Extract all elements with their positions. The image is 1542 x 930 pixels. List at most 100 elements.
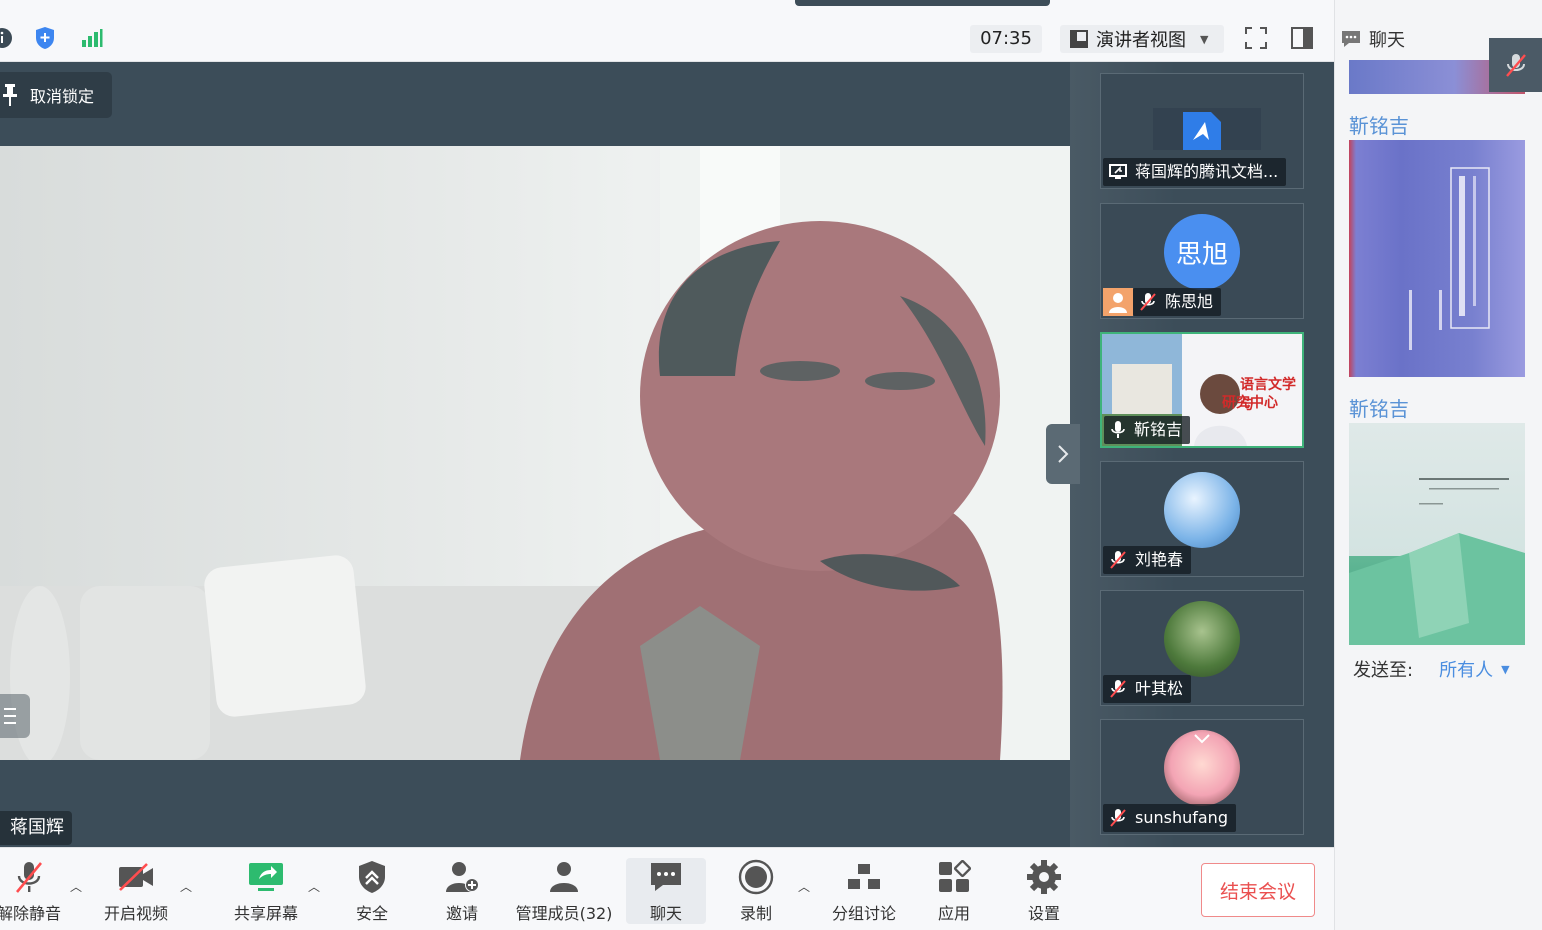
chevron-down-icon: ▼ [1200,32,1209,46]
security-label: 安全 [355,904,388,923]
participant-nameplate: 叶其松 [1103,675,1192,703]
encryption-shield-icon[interactable] [33,26,57,50]
share-screen-label: 共享屏幕 [233,904,298,923]
start-video-label: 开启视频 [103,904,168,923]
participant-tile-jin[interactable]: 语言文学与 研究中心 靳铭吉 [1100,332,1304,448]
participant-tile-liu[interactable]: 刘艳春 [1100,461,1304,577]
apps-grid-icon [937,858,971,896]
invite-label: 邀请 [445,904,478,923]
unmute-label: 解除静音 [0,904,61,923]
chat-bubble-icon [649,858,683,896]
participant-nameplate: 蒋国辉的腾讯文档... [1103,158,1287,186]
chevron-down-icon[interactable] [1193,730,1211,749]
start-video-button[interactable]: 开启视频 [100,858,172,924]
mic-on-icon [1110,420,1126,440]
chevron-up-icon[interactable]: ︿ [70,878,82,895]
avatar [1164,472,1240,548]
floating-mic-button[interactable] [1489,38,1542,92]
settings-label: 设置 [1027,904,1060,923]
add-user-icon [444,858,480,896]
apps-label: 应用 [937,904,970,923]
chat-label: 聊天 [649,904,682,923]
participant-name: 陈思旭 [1165,292,1214,311]
record-icon [738,858,774,896]
avatar: 思旭 [1164,214,1240,290]
user-icon [1103,288,1133,316]
chat-sender: 靳铭吉 [1349,114,1409,138]
participant-name: 叶其松 [1135,679,1184,698]
top-drag-handle[interactable] [795,0,1050,6]
unlock-pin-button[interactable]: 取消锁定 [0,72,112,118]
chat-panel: 聊天 靳铭吉 靳铭吉 发送至: 所有人 ▼ [1334,0,1542,930]
security-button[interactable]: 安全 [346,858,398,924]
participant-tile-share[interactable]: 蒋国辉的腾讯文档... [1100,73,1304,189]
manage-members-button[interactable]: 管理成员(32) [516,858,612,924]
breakout-label: 分组讨论 [831,904,896,923]
network-signal-icon[interactable] [80,26,104,50]
breakout-icon [846,858,882,896]
pin-icon [2,84,18,106]
top-bar: 07:35 演讲者视图 ▼ [0,0,1334,62]
participant-thumbnails: 蒋国辉的腾讯文档... 思旭 陈思旭 语言文学与 研究中心 靳铭吉 刘艳春 叶其… [1070,62,1334,847]
info-icon[interactable] [0,26,14,50]
fullscreen-icon[interactable] [1244,26,1268,50]
participant-tile-ye[interactable]: 叶其松 [1100,590,1304,706]
chevron-up-icon[interactable]: ︿ [180,878,192,895]
settings-button[interactable]: 设置 [1018,858,1070,924]
members-icon [546,858,582,896]
mic-muted-icon [1109,808,1127,828]
video-off-icon [117,858,155,896]
unlock-label: 取消锁定 [30,87,95,106]
mic-muted-icon [1139,292,1157,312]
layout-icon [1070,30,1088,48]
tencent-docs-icon [1181,110,1223,156]
participant-name: sunshufang [1135,808,1228,827]
invite-button[interactable]: 邀请 [436,858,488,924]
chat-image-book-cover[interactable] [1349,140,1525,377]
chat-sender: 靳铭吉 [1349,397,1409,421]
chevron-up-icon[interactable]: ︿ [798,878,810,895]
share-screen-button[interactable]: 共享屏幕 [230,858,302,924]
chat-image-book-cover[interactable] [1349,423,1525,645]
send-to-target: 所有人 [1439,660,1494,681]
record-button[interactable]: 录制 [730,858,782,924]
chevron-down-icon: ▼ [1501,662,1510,676]
send-to-label: 发送至: [1353,660,1414,681]
send-to-selector[interactable]: 发送至: 所有人 ▼ [1353,656,1510,682]
view-mode-dropdown[interactable]: 演讲者视图 ▼ [1060,25,1224,53]
participant-tile-sun[interactable]: sunshufang [1100,719,1304,835]
participant-name: 刘艳春 [1135,550,1184,569]
manage-members-label: 管理成员(32) [515,904,613,923]
participant-tile-chen[interactable]: 思旭 陈思旭 [1100,203,1304,319]
participant-name: 靳铭吉 [1134,420,1183,439]
collapse-thumbnails-button[interactable] [1046,424,1080,484]
participant-nameplate: 靳铭吉 [1104,416,1191,444]
chat-title: 聊天 [1369,30,1405,51]
screen-text-line2: 研究中心 [1222,395,1278,411]
mic-muted-icon [1109,679,1127,699]
screen-share-icon [1109,164,1127,180]
gear-icon [1026,858,1062,896]
participant-name: 蒋国辉的腾讯文档... [1135,162,1279,181]
unmute-button[interactable]: 解除静音 [0,858,64,924]
apps-button[interactable]: 应用 [928,858,980,924]
chat-bubble-icon [1341,30,1361,48]
chat-button[interactable]: 聊天 [626,858,706,924]
speaker-name-tag: 蒋国辉 [0,811,72,845]
chevron-up-icon[interactable]: ︿ [308,878,320,895]
view-mode-label: 演讲者视图 [1096,30,1186,51]
end-meeting-button[interactable]: 结束会议 [1201,863,1315,917]
avatar [1164,601,1240,677]
menu-list-button[interactable] [0,694,30,738]
mic-muted-icon [13,858,45,896]
main-speaker-stage: 取消锁定 蒋国辉 [0,62,1070,847]
share-screen-icon [248,858,284,896]
security-shield-icon [357,858,387,896]
mic-muted-icon [1109,550,1127,570]
meeting-timer: 07:35 [970,25,1042,53]
sidebar-toggle-icon[interactable] [1290,26,1314,50]
record-label: 录制 [739,904,772,923]
speaker-video [0,146,1070,760]
breakout-rooms-button[interactable]: 分组讨论 [828,858,900,924]
participant-nameplate: 刘艳春 [1103,546,1192,574]
